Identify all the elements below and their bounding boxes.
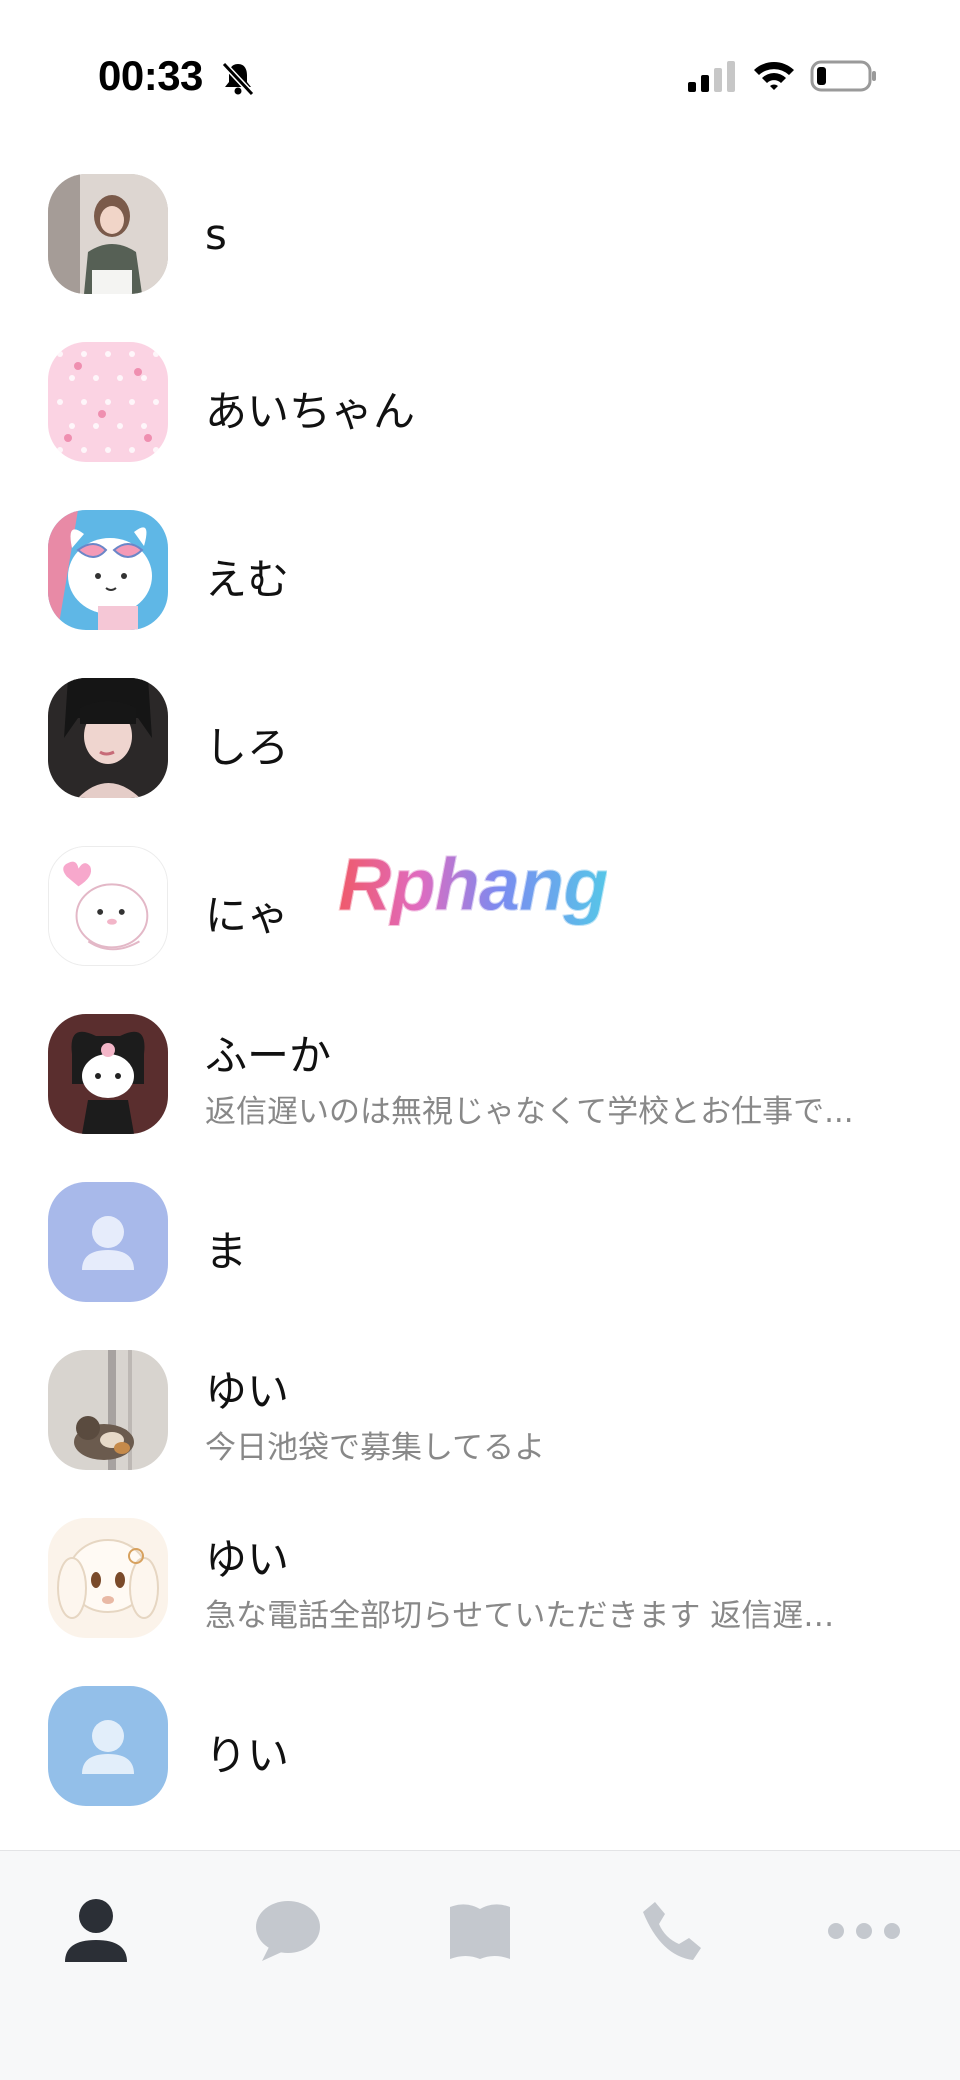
bottom-tab-bar — [0, 1850, 960, 2080]
avatar — [48, 678, 168, 798]
friend-row[interactable]: ふーか 返信遅いのは無視じゃなくて学校とお仕事で... — [0, 1000, 960, 1140]
friend-name: りい — [205, 1731, 290, 1780]
friend-name: にゃ — [205, 891, 290, 940]
avatar — [48, 1350, 168, 1470]
book-icon — [450, 1904, 510, 1959]
friend-row[interactable]: ま — [0, 1168, 960, 1308]
avatar — [48, 510, 168, 630]
friend-name: ま — [205, 1227, 248, 1276]
avatar — [48, 1686, 168, 1806]
friend-status-message: 急な電話全部切らせていただきます 返信遅… — [205, 1598, 835, 1634]
tab-timeline[interactable] — [440, 1891, 520, 1971]
person-icon — [65, 1899, 127, 1962]
friend-name: しろ — [205, 723, 290, 772]
friend-row[interactable]: s — [0, 160, 960, 300]
friend-name: ふーか — [205, 1031, 332, 1080]
friend-list: s あいちゃん えむ しろ にゃ ふーか 返信遅いのは無視じゃなくて学校とお仕事… — [0, 150, 960, 1850]
status-time: 00:33 — [98, 52, 203, 99]
tab-chats[interactable] — [248, 1891, 328, 1971]
friend-name: あいちゃん — [205, 387, 416, 436]
tab-more[interactable] — [824, 1891, 904, 1971]
avatar — [48, 342, 168, 462]
watermark: Rphang — [337, 843, 608, 927]
avatar — [48, 846, 168, 966]
friend-row[interactable]: えむ — [0, 496, 960, 636]
default-person-icon — [82, 1720, 134, 1774]
phone-icon — [643, 1902, 701, 1960]
friend-row[interactable]: りい — [0, 1672, 960, 1812]
chat-bubble-icon — [256, 1901, 320, 1961]
more-dots-icon — [828, 1923, 900, 1939]
avatar — [48, 1518, 168, 1638]
friend-row[interactable]: しろ — [0, 664, 960, 804]
friend-name: えむ — [205, 555, 290, 604]
avatar — [48, 1182, 168, 1302]
tab-calls[interactable] — [632, 1891, 712, 1971]
friend-row[interactable]: ゆい 今日池袋で募集してるよ — [0, 1336, 960, 1476]
default-person-icon — [82, 1216, 134, 1270]
wifi-icon — [754, 62, 794, 90]
friend-row[interactable]: ゆい 急な電話全部切らせていただきます 返信遅… — [0, 1504, 960, 1644]
friend-row[interactable] — [0, 1840, 960, 1850]
status-bar: 00:33 — [0, 0, 960, 150]
avatar — [48, 174, 168, 294]
friend-name: s — [205, 210, 227, 259]
friend-status-message: 返信遅いのは無視じゃなくて学校とお仕事で... — [205, 1094, 854, 1130]
tab-friends[interactable] — [56, 1891, 136, 1971]
battery-icon — [810, 60, 876, 92]
friend-row[interactable]: あいちゃん — [0, 328, 960, 468]
bell-muted-icon — [221, 61, 255, 96]
avatar — [48, 1014, 168, 1134]
friend-name: ゆい — [205, 1367, 290, 1416]
cell-signal-icon — [688, 61, 735, 92]
friend-name: ゆい — [205, 1535, 290, 1584]
friend-status-message: 今日池袋で募集してるよ — [205, 1430, 546, 1466]
